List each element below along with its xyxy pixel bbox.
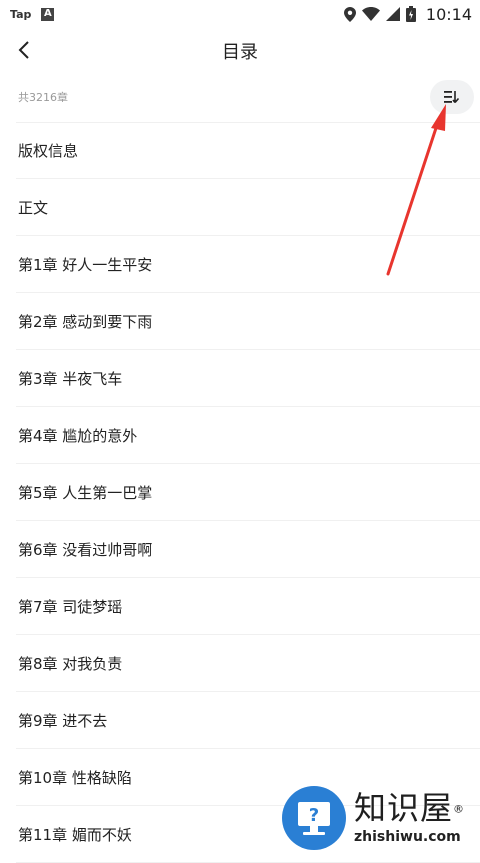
status-bar-right: 10:14 [343,4,472,24]
signal-icon [385,7,400,21]
watermark: ? 知识屋® zhishiwu.com [282,784,478,852]
status-bar: Tap A 10:14 [0,0,480,28]
svg-text:?: ? [309,805,319,826]
battery-icon [405,6,416,22]
sort-order-icon [444,91,460,103]
chapter-list: 版权信息 正文 第1章 好人一生平安 第2章 感动到要下雨 第3章 半夜飞车 第… [0,122,480,863]
notification-icon: A [41,7,55,21]
chapter-count: 共3216章 [18,91,68,104]
chapter-item[interactable]: 第2章 感动到要下雨 [16,293,480,350]
wifi-icon [361,7,380,21]
chapter-item[interactable]: 第9章 进不去 [16,692,480,749]
watermark-title-row: 知识屋® [354,792,464,824]
chapter-item[interactable]: 第3章 半夜飞车 [16,350,480,407]
catalog-subheader: 共3216章 [0,80,480,116]
nav-header: 目录 [0,28,480,72]
status-bar-left: Tap A [10,7,55,21]
watermark-text: 知识屋® zhishiwu.com [354,792,464,844]
watermark-title: 知识屋 [354,789,454,827]
status-time: 10:14 [425,4,472,24]
chapter-item[interactable]: 版权信息 [16,122,480,179]
chapter-item[interactable]: 第8章 对我负责 [16,635,480,692]
chapter-item[interactable]: 第5章 人生第一巴掌 [16,464,480,521]
sort-button[interactable] [430,80,474,114]
watermark-url: zhishiwu.com [354,829,461,845]
location-icon [343,6,356,22]
app-label: Tap [10,7,32,21]
chapter-item[interactable]: 第1章 好人一生平安 [16,236,480,293]
page-title: 目录 [222,42,258,63]
chapter-item[interactable]: 第4章 尴尬的意外 [16,407,480,464]
chapter-item[interactable]: 第6章 没看过帅哥啊 [16,521,480,578]
help-monitor-icon: ? [282,786,346,850]
chapter-item[interactable]: 第7章 司徒梦瑶 [16,578,480,635]
chapter-item[interactable]: 正文 [16,179,480,236]
registered-mark: ® [453,802,465,816]
